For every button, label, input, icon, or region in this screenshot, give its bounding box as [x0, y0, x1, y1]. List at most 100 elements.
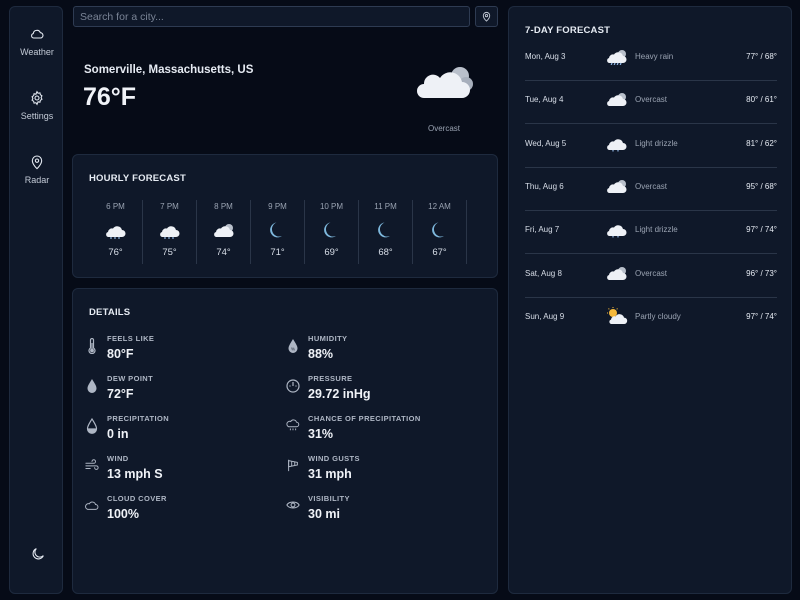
hour-time: 7 PM: [160, 202, 179, 211]
forecast-temperature: 80° / 61°: [746, 95, 777, 105]
eye-icon: [286, 498, 300, 514]
city-name: Somerville, Massachusetts, US: [84, 64, 254, 76]
map-pin-icon: [482, 11, 491, 22]
sidebar-item-settings[interactable]: Settings: [10, 90, 64, 121]
forecast-day-row: Sat, Aug 8 Overcast 96° / 73°: [525, 255, 777, 298]
detail-label: VISIBILITY: [308, 494, 350, 503]
forecast-day-row: Tue, Aug 4 Overcast 80° / 61°: [525, 81, 777, 125]
moon-icon: [428, 221, 452, 239]
drizzle-icon: [605, 134, 629, 152]
map-pin-icon: [31, 155, 43, 170]
forecast-condition: Overcast: [635, 95, 668, 105]
detail-item: WIND GUSTS 31 mph: [286, 454, 476, 488]
hourly-forecast-title: HOURLY FORECAST: [89, 173, 186, 184]
windsock-icon: [286, 458, 300, 474]
detail-label: WIND GUSTS: [308, 454, 360, 463]
forecast-condition: Partly cloudy: [635, 311, 681, 321]
detail-item: FEELS LIKE 80°F: [85, 334, 275, 368]
hourly-forecast-panel: HOURLY FORECAST 6 PM 76° 7 PM 75° 8 PM 74° 9 P…: [72, 154, 498, 278]
gear-icon: [31, 90, 43, 106]
forecast-temperature: 97° / 74°: [746, 311, 777, 321]
moon-icon: [266, 221, 290, 239]
details-panel: DETAILS FEELS LIKE 80°F% HUMIDITY 88% DEW PO…: [72, 288, 498, 594]
hour-time: 8 PM: [214, 202, 233, 211]
seven-day-forecast-panel: 7-DAY FORECAST Mon, Aug 3 Heavy rain 77° /…: [508, 6, 792, 594]
forecast-day-row: Fri, Aug 7 Light drizzle 97° / 74°: [525, 211, 777, 255]
detail-item: PRECIPITATION 0 in: [85, 414, 275, 448]
drizzle-icon: [605, 220, 629, 238]
forecast-date: Mon, Aug 3: [525, 52, 566, 61]
detail-label: CLOUD COVER: [107, 494, 167, 503]
detail-label: FEELS LIKE: [107, 334, 155, 343]
wind-icon: [85, 458, 99, 474]
sidebar-item-label: Weather: [20, 47, 54, 57]
rain-cloud-icon: [104, 221, 128, 239]
forecast-day-row: Thu, Aug 6 Overcast 95° / 68°: [525, 168, 777, 211]
forecast-date: Wed, Aug 5: [525, 138, 567, 148]
rain-gauge-icon: [85, 417, 99, 434]
forecast-temperature: 97° / 74°: [746, 225, 777, 235]
hour-temperature: 74°: [216, 247, 231, 258]
hour-temperature: 67°: [432, 247, 447, 258]
forecast-day-row: Wed, Aug 5 Light drizzle 81° / 62°: [525, 125, 777, 168]
forecast-date: Tue, Aug 4: [525, 95, 564, 105]
overcast-icon: [212, 221, 236, 239]
hourly-item: 9 PM 71°: [251, 200, 305, 264]
hour-temperature: 68°: [378, 247, 393, 258]
cloud-cover-icon: [85, 498, 99, 514]
forecast-temperature: 96° / 73°: [746, 268, 777, 278]
droplet-icon: [85, 378, 99, 394]
current-temperature: 76°F: [83, 83, 137, 111]
forecast-temperature: 77° / 68°: [746, 52, 777, 61]
hourly-item: 7 PM 75°: [143, 200, 197, 264]
sidebar: Weather Settings Radar: [9, 6, 63, 594]
forecast-date: Sat, Aug 8: [525, 268, 562, 278]
seven-day-forecast-title: 7-DAY FORECAST: [525, 25, 611, 36]
hourly-item: 6 PM 76°: [89, 200, 143, 264]
forecast-date: Sun, Aug 9: [525, 311, 565, 321]
details-title: DETAILS: [89, 307, 131, 318]
moon-icon[interactable]: [30, 546, 46, 562]
overcast-icon: [417, 67, 473, 98]
hour-time: 12 AM: [428, 202, 451, 211]
forecast-day-row: Sun, Aug 9 Partly cloudy 97° / 74°: [525, 298, 777, 341]
hour-temperature: 76°: [108, 247, 123, 258]
location-button[interactable]: [475, 6, 498, 27]
humidity-icon: %: [286, 338, 300, 354]
detail-value: 72°F: [107, 387, 134, 401]
detail-label: WIND: [107, 454, 129, 463]
detail-item: VISIBILITY 30 mi: [286, 494, 476, 528]
detail-label: PRESSURE: [308, 374, 353, 383]
detail-value: 31 mph: [308, 467, 352, 481]
detail-value: 100%: [107, 507, 139, 521]
cloud-icon: [31, 29, 44, 39]
detail-value: 0 in: [107, 427, 129, 441]
moon-icon: [320, 221, 344, 239]
detail-label: CHANCE OF PRECIPITATION: [308, 414, 421, 423]
rain-chance-icon: [286, 418, 300, 434]
heavy-rain-icon: [605, 47, 629, 66]
forecast-condition: Heavy rain: [635, 52, 674, 61]
forecast-condition: Light drizzle: [635, 138, 678, 148]
rain-cloud-icon: [158, 221, 182, 239]
forecast-temperature: 81° / 62°: [746, 138, 777, 148]
sidebar-item-label: Radar: [24, 175, 50, 185]
sidebar-item-radar[interactable]: Radar: [10, 154, 64, 185]
forecast-day-row: Mon, Aug 3 Heavy rain 77° / 68°: [525, 38, 777, 81]
hour-temperature: 69°: [324, 247, 339, 258]
detail-item: % HUMIDITY 88%: [286, 334, 476, 368]
sidebar-item-weather[interactable]: Weather: [10, 26, 64, 57]
detail-value: 13 mph S: [107, 467, 163, 481]
partly-cloudy-icon: [605, 306, 629, 325]
detail-label: HUMIDITY: [308, 334, 348, 343]
search-input[interactable]: [73, 6, 470, 27]
forecast-date: Fri, Aug 7: [525, 225, 560, 235]
forecast-condition: Overcast: [635, 268, 668, 278]
hourly-item: 11 PM 68°: [359, 200, 413, 264]
detail-item: WIND 13 mph S: [85, 454, 275, 488]
detail-value: 31%: [308, 427, 334, 441]
detail-item: PRESSURE 29.72 inHg: [286, 374, 476, 408]
hour-time: 11 PM: [374, 202, 397, 211]
overcast-icon: [605, 177, 629, 195]
detail-item: DEW POINT 72°F: [85, 374, 275, 408]
